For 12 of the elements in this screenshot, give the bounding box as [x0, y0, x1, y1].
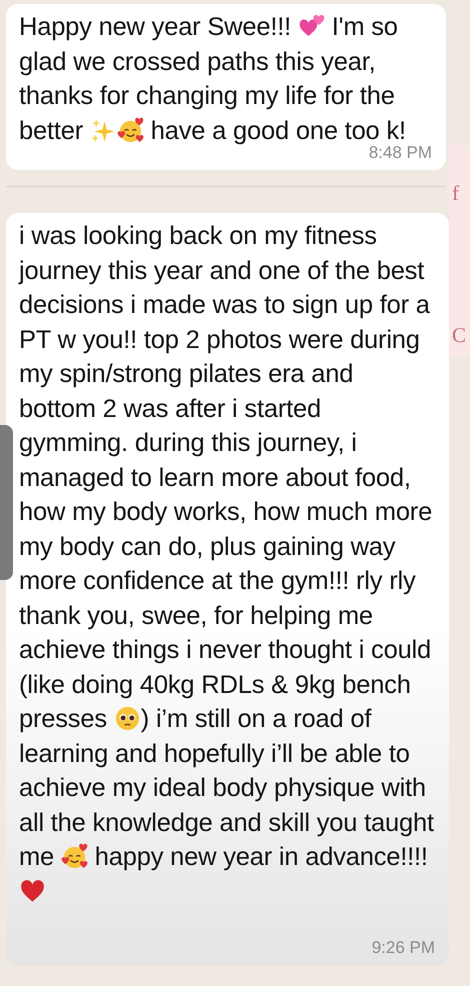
- message-text: i was looking back on my fitness journey this year and one of the best decisions i made was to sign up for a PT w you!! top 2 photos were during my spin/strong pilates era and bottom 2 was after i started gymming. during this journey, i managed to learn more about food, how my body works, how much more my body can do, plus gaining way more confidence at the gym!!! rly rly thank you, swee, for helping me achieve things i never thought i could (like doing 40kg RDLs & 9kg bench presses ) i’m still on a road of learning and hopefully i’ll be able to achieve my ideal body physique with all the knowledge and skill you taught me happy new year in advance!!!!: [19, 219, 435, 909]
- cut-off-letter: C: [452, 325, 466, 346]
- side-handle[interactable]: [0, 425, 13, 580]
- message-text: Happy new year Swee!!! I'm so glad we crossed paths this year, thanks for changing my life for the better have a good one too k!: [19, 12, 407, 146]
- pleading-face-icon: [114, 705, 141, 732]
- message-time: 9:26 PM: [372, 939, 435, 957]
- cut-off-letter: f: [452, 183, 459, 204]
- heart-icon: [19, 878, 46, 904]
- message-time: 8:48 PM: [368, 144, 432, 162]
- smiling-face-icon: [60, 843, 88, 870]
- sparkles-icon: [90, 116, 117, 144]
- smiling-face-icon: [116, 116, 144, 144]
